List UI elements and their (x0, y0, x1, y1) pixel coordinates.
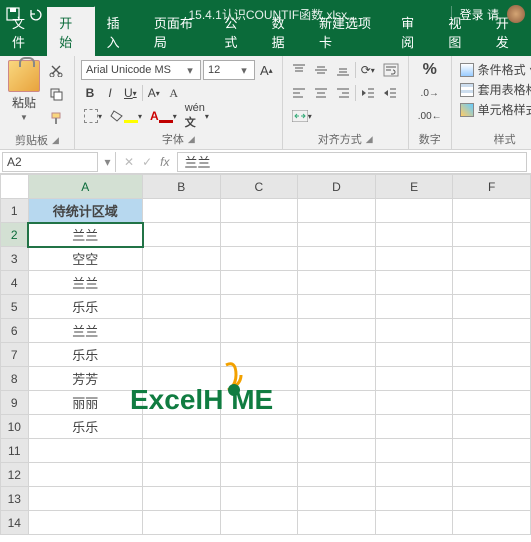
group-number: % .0→ .00← 数字 (409, 56, 452, 149)
percent-button[interactable]: % (420, 60, 440, 80)
paste-label[interactable]: 粘贴 (12, 94, 36, 111)
row-header[interactable]: 8 (1, 367, 29, 391)
bold-button[interactable]: B (81, 83, 99, 103)
window-title: 15.4.1认识COUNTIF函数.xlsx... (103, 6, 443, 23)
font-launcher-icon[interactable]: ◢ (188, 134, 195, 145)
increase-decimal-icon[interactable]: .0→ (418, 83, 442, 103)
align-center-icon[interactable] (311, 83, 331, 103)
decrease-decimal-icon[interactable]: .00← (415, 106, 445, 126)
row-header[interactable]: 12 (1, 463, 29, 487)
cell[interactable]: 芳芳 (28, 367, 142, 391)
paste-dropdown-icon[interactable]: ▼ (20, 113, 28, 122)
formula-bar: A2 ▾ ✕ ✓ fx 兰兰 (0, 150, 531, 174)
row-header[interactable]: 14 (1, 511, 29, 535)
merge-center-icon[interactable]: ▾ (289, 106, 315, 126)
worksheet-grid[interactable]: A B C D E F 1待统计区域 2兰兰 3空空 4兰兰 5乐乐 6兰兰 7… (0, 174, 531, 542)
font-label: 字体 (162, 131, 184, 147)
row-header[interactable]: 9 (1, 391, 29, 415)
grow-font-icon[interactable]: A▴ (257, 60, 276, 80)
styles-label: 样式 (494, 131, 516, 147)
fill-color-button[interactable]: ▾ (107, 106, 145, 126)
font-size-combo[interactable]: 12▾ (203, 60, 255, 80)
align-launcher-icon[interactable]: ◢ (366, 134, 373, 145)
underline-button[interactable]: U ▾ (121, 83, 140, 103)
wrap-text-icon[interactable] (380, 60, 402, 80)
col-header-B[interactable]: B (143, 175, 221, 199)
font-name-combo[interactable]: Arial Unicode MS▾ (81, 60, 201, 80)
ribbon: 粘贴 ▼ 剪贴板 ◢ Arial Unicode MS▾ 12▾ A▴ B I U… (0, 56, 531, 150)
align-top-icon[interactable] (289, 60, 309, 80)
copy-icon[interactable] (46, 84, 66, 104)
cell[interactable]: 乐乐 (28, 415, 142, 439)
row-header[interactable]: 3 (1, 247, 29, 271)
tab-home[interactable]: 开始 (47, 7, 94, 56)
cell[interactable]: 空空 (28, 247, 142, 271)
col-header-F[interactable]: F (453, 175, 531, 199)
row-header[interactable]: 5 (1, 295, 29, 319)
border-button[interactable]: ▾ (81, 106, 105, 126)
row-header[interactable]: 2 (1, 223, 29, 247)
row-header[interactable]: 7 (1, 343, 29, 367)
increase-indent-icon[interactable] (380, 83, 400, 103)
row-header[interactable]: 6 (1, 319, 29, 343)
cell[interactable]: 丽丽 (28, 391, 142, 415)
row-header[interactable]: 10 (1, 415, 29, 439)
clipboard-launcher-icon[interactable]: ◢ (52, 135, 59, 146)
cell[interactable]: 兰兰 (28, 319, 142, 343)
phonetic-icon[interactable]: A (165, 83, 183, 103)
select-all-corner[interactable] (1, 175, 29, 199)
row-header[interactable]: 13 (1, 487, 29, 511)
tab-dev[interactable]: 开发 (484, 7, 531, 56)
paste-icon[interactable] (8, 60, 40, 92)
align-label: 对齐方式 (318, 131, 362, 147)
col-header-E[interactable]: E (375, 175, 453, 199)
ribbon-tabs: 文件 开始 插入 页面布局 公式 数据 新建选项卡 审阅 视图 开发 (0, 28, 531, 56)
phonetic-guide-icon[interactable]: wén文 ▾ (182, 106, 212, 126)
group-font: Arial Unicode MS▾ 12▾ A▴ B I U ▾ A▾ A ▾ … (75, 56, 283, 149)
name-box[interactable]: A2 (2, 152, 98, 172)
col-header-A[interactable]: A (28, 175, 142, 199)
chevron-down-icon: ▾ (238, 64, 250, 77)
cell-styles-button[interactable]: 单元格样式▾ (458, 100, 531, 119)
cell[interactable]: 待统计区域 (28, 199, 142, 223)
name-box-dropdown-icon[interactable]: ▾ (100, 152, 116, 172)
cancel-formula-icon[interactable]: ✕ (124, 155, 134, 169)
cut-icon[interactable] (46, 60, 66, 80)
orientation-icon[interactable]: ⟳▾ (358, 60, 378, 80)
align-right-icon[interactable] (333, 83, 353, 103)
shrink-font-icon[interactable]: A▾ (145, 83, 163, 103)
enter-formula-icon[interactable]: ✓ (142, 155, 152, 169)
group-clipboard: 粘贴 ▼ 剪贴板 ◢ (0, 56, 75, 149)
tab-file[interactable]: 文件 (0, 7, 47, 56)
tab-view[interactable]: 视图 (436, 7, 483, 56)
font-color-button[interactable]: A ▾ (147, 106, 180, 126)
clipboard-label: 剪贴板 (15, 132, 48, 148)
number-label: 数字 (419, 131, 441, 147)
group-styles: 条件格式▾ 套用表格格式 单元格样式▾ 样式 (452, 56, 531, 149)
format-table-button[interactable]: 套用表格格式 (458, 80, 531, 99)
chevron-down-icon: ▾ (184, 64, 196, 77)
align-left-icon[interactable] (289, 83, 309, 103)
row-header[interactable]: 11 (1, 439, 29, 463)
fx-icon[interactable]: fx (160, 155, 169, 169)
row-header[interactable]: 4 (1, 271, 29, 295)
cell[interactable]: 兰兰 (28, 271, 142, 295)
cell[interactable]: 乐乐 (28, 343, 142, 367)
group-alignment: ⟳▾ ▾ 对齐方式 ◢ (283, 56, 409, 149)
row-header[interactable]: 1 (1, 199, 29, 223)
col-header-D[interactable]: D (298, 175, 376, 199)
conditional-format-button[interactable]: 条件格式▾ (458, 60, 531, 79)
italic-button[interactable]: I (101, 83, 119, 103)
col-header-C[interactable]: C (220, 175, 298, 199)
align-bottom-icon[interactable] (333, 60, 353, 80)
cell[interactable]: 兰兰 (28, 223, 142, 247)
decrease-indent-icon[interactable] (358, 83, 378, 103)
format-painter-icon[interactable] (46, 108, 66, 128)
cell[interactable]: 乐乐 (28, 295, 142, 319)
formula-input[interactable]: 兰兰 (177, 152, 527, 172)
align-middle-icon[interactable] (311, 60, 331, 80)
